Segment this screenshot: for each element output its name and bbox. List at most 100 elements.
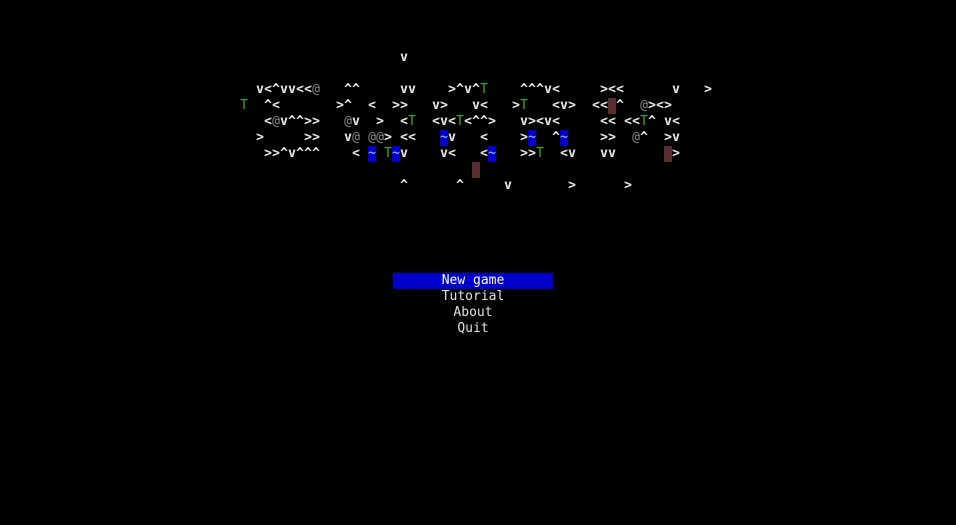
terrain-glyph: > — [376, 114, 384, 129]
terrain-glyph: > — [440, 98, 448, 113]
terrain-glyph: < — [552, 98, 560, 113]
terrain-glyph: v — [288, 146, 296, 161]
terrain-glyph: > — [304, 114, 312, 129]
terrain-glyph: > — [520, 130, 528, 145]
terrain-glyph: ^ — [352, 82, 360, 97]
wall-tile — [608, 98, 616, 114]
terrain-glyph: ^ — [456, 178, 464, 193]
terrain-glyph: > — [512, 98, 520, 113]
terrain-glyph: v — [408, 82, 416, 97]
terrain-glyph: > — [568, 98, 576, 113]
tree-tile: T — [456, 114, 464, 129]
tree-tile: T — [480, 82, 488, 97]
terrain-glyph: v — [472, 98, 480, 113]
terrain-glyph: < — [616, 82, 624, 97]
rock-tile: @ — [272, 114, 280, 129]
terrain-glyph: < — [632, 114, 640, 129]
terrain-glyph: ^ — [312, 146, 320, 161]
menu-item-about[interactable]: About — [393, 305, 553, 321]
map-row: > > ^ v ^ ^ ^ < ~ T ~ v v < < ~ > > T < v v v > — [0, 146, 956, 162]
terrain-glyph: < — [480, 98, 488, 113]
terrain-glyph: < — [432, 114, 440, 129]
terrain-glyph: ^ — [344, 98, 352, 113]
terrain-glyph: ^ — [520, 82, 528, 97]
terrain-glyph: v — [432, 98, 440, 113]
terrain-glyph: ^ — [296, 114, 304, 129]
rock-tile: @ — [312, 82, 320, 97]
terrain-glyph: ^ — [616, 98, 624, 113]
terrain-glyph: v — [544, 114, 552, 129]
terrain-glyph: v — [560, 98, 568, 113]
terrain-glyph: < — [448, 114, 456, 129]
menu-item-new-game[interactable]: New game — [393, 273, 553, 289]
rock-tile: @ — [352, 130, 360, 145]
rock-tile: @ — [640, 98, 648, 113]
map-row — [0, 162, 956, 178]
terrain-glyph: > — [392, 98, 400, 113]
terrain-glyph: < — [536, 114, 544, 129]
wall-tile — [472, 162, 480, 178]
wall-tile — [664, 146, 672, 162]
map-row — [0, 66, 956, 82]
terrain-glyph: ^ — [400, 178, 408, 193]
terrain-glyph: ^ — [472, 114, 480, 129]
map-row: ^ ^ v > > — [0, 178, 956, 194]
tree-tile: T — [536, 146, 544, 161]
terrain-glyph: v — [280, 114, 288, 129]
terrain-glyph: v — [504, 178, 512, 193]
terrain-glyph: ^ — [456, 82, 464, 97]
water-tile: ~ — [528, 130, 536, 146]
terrain-glyph: < — [600, 114, 608, 129]
terrain-glyph: v — [400, 50, 408, 65]
terrain-glyph: ^ — [480, 114, 488, 129]
terrain-glyph: < — [608, 114, 616, 129]
terrain-glyph: > — [528, 146, 536, 161]
tree-tile: T — [640, 114, 648, 129]
menu-item-quit[interactable]: Quit — [393, 321, 553, 337]
terrain-glyph: > — [600, 82, 608, 97]
terrain-glyph: > — [704, 82, 712, 97]
terrain-glyph: v — [352, 114, 360, 129]
terrain-glyph: ^ — [264, 98, 272, 113]
terrain-glyph: v — [256, 82, 264, 97]
terrain-glyph: > — [272, 146, 280, 161]
terrain-glyph: > — [600, 130, 608, 145]
terrain-glyph: < — [400, 114, 408, 129]
game-screen: v v < ^ v v < < @ ^ ^ v v > ^ v ^ T ^ ^ ^ v < > < < v > T ^ < > ^ < > > v > v <… — [0, 0, 956, 525]
terrain-glyph: < — [264, 114, 272, 129]
terrain-glyph: > — [256, 130, 264, 145]
terrain-glyph: < — [304, 82, 312, 97]
terrain-glyph: ^ — [648, 114, 656, 129]
map-row: < @ v ^ ^ > > @ v > < T < v < T < ^ ^ > v > < v < < < < < T ^ v < — [0, 114, 956, 130]
terrain-glyph: < — [272, 98, 280, 113]
terrain-glyph: < — [448, 146, 456, 161]
terrain-glyph: v — [600, 146, 608, 161]
terrain-glyph: ^ — [288, 114, 296, 129]
terrain-glyph: ^ — [280, 146, 288, 161]
terrain-glyph: v — [672, 82, 680, 97]
terrain-glyph: < — [408, 130, 416, 145]
terrain-glyph: < — [368, 98, 376, 113]
terrain-glyph: ^ — [528, 82, 536, 97]
terrain-glyph: > — [664, 130, 672, 145]
terrain-glyph: > — [608, 130, 616, 145]
terrain-glyph: < — [672, 114, 680, 129]
menu-item-tutorial[interactable]: Tutorial — [393, 289, 553, 305]
terrain-glyph: > — [264, 146, 272, 161]
terrain-glyph: < — [600, 98, 608, 113]
terrain-glyph: < — [624, 114, 632, 129]
terrain-glyph: < — [608, 82, 616, 97]
terrain-glyph: v — [400, 82, 408, 97]
terrain-glyph: v — [568, 146, 576, 161]
water-tile: ~ — [392, 146, 400, 162]
terrain-glyph: ^ — [536, 82, 544, 97]
map-row: T ^ < > ^ < > > v > v < > T < v > < < ^ @ > < > — [0, 98, 956, 114]
terrain-glyph: < — [552, 82, 560, 97]
terrain-glyph: > — [624, 178, 632, 193]
tree-tile: T — [240, 98, 248, 113]
terrain-glyph: < — [464, 114, 472, 129]
terrain-glyph: v — [288, 82, 296, 97]
terrain-glyph: v — [520, 114, 528, 129]
terrain-glyph: > — [336, 98, 344, 113]
terrain-glyph: v — [448, 130, 456, 145]
